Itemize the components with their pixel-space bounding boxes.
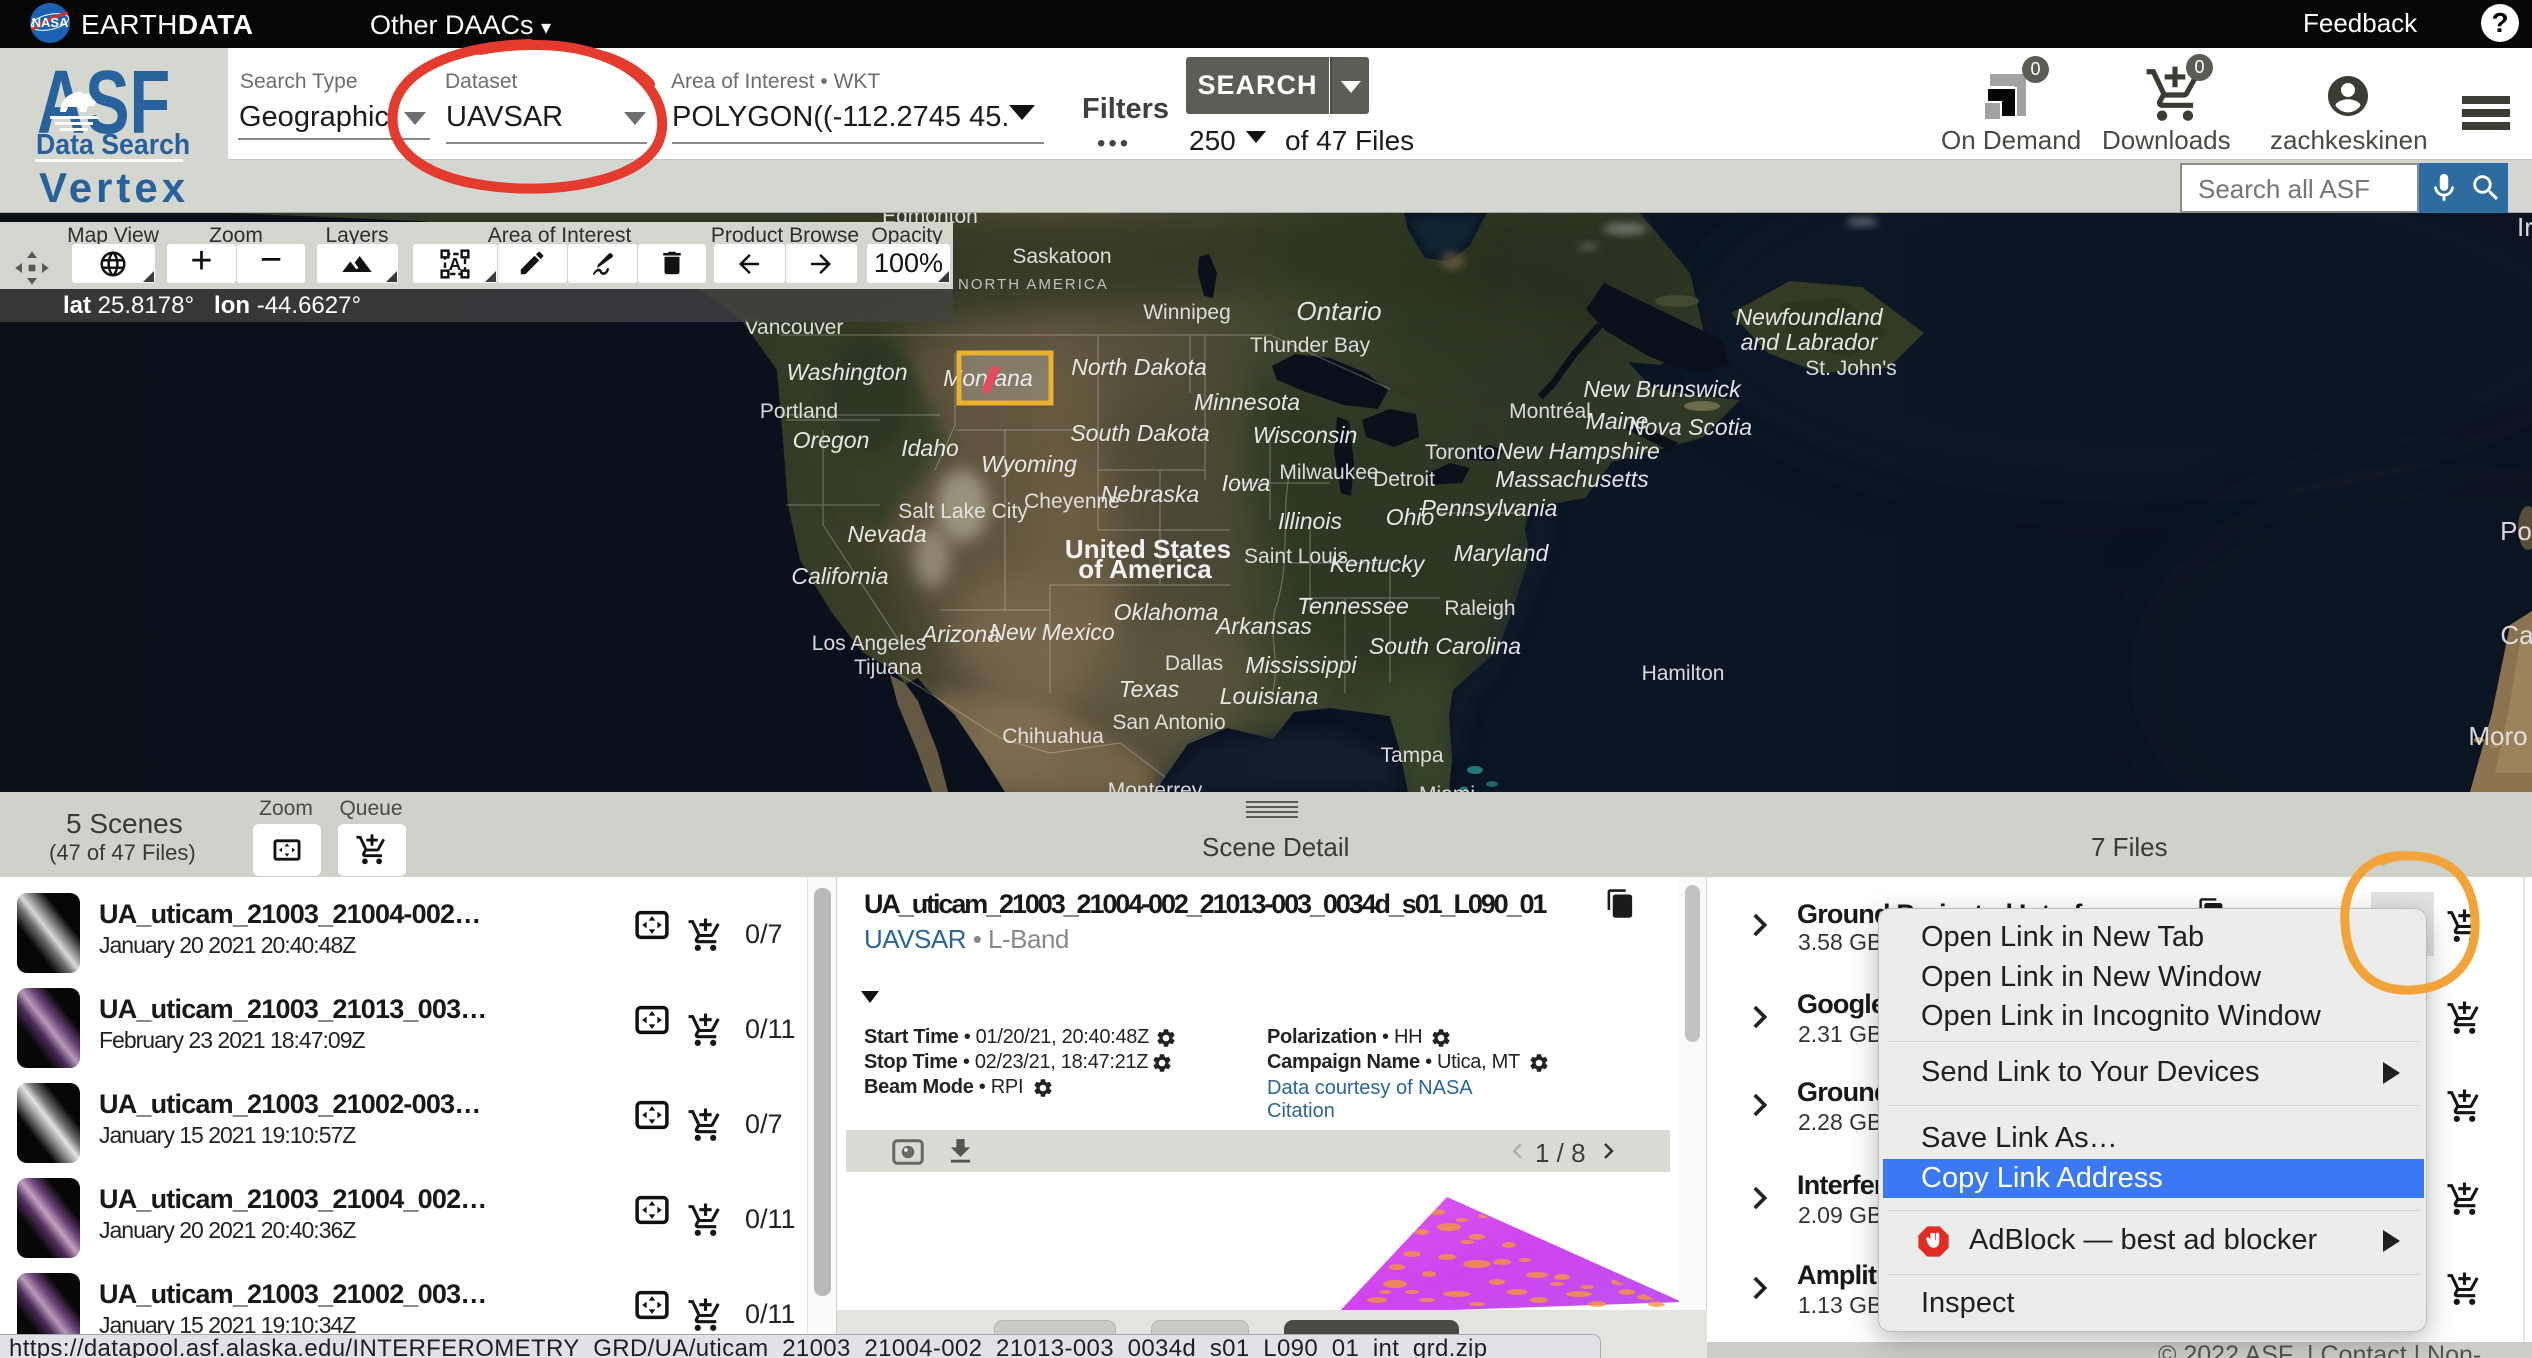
svg-text:Louisiana: Louisiana	[1220, 683, 1318, 709]
svg-text:Idaho: Idaho	[901, 435, 959, 461]
svg-text:Massachusetts: Massachusetts	[1495, 466, 1649, 492]
svg-text:Nova Scotia: Nova Scotia	[1628, 414, 1752, 440]
svg-text:New Hampshire: New Hampshire	[1496, 438, 1660, 464]
svg-text:Maryland: Maryland	[1454, 540, 1550, 566]
svg-text:Minnesota: Minnesota	[1194, 389, 1300, 415]
svg-text:North Dakota: North Dakota	[1071, 354, 1207, 380]
svg-text:Hamilton: Hamilton	[1642, 662, 1725, 685]
svg-text:Moro: Moro	[2468, 721, 2527, 751]
svg-text:Raleigh: Raleigh	[1444, 597, 1515, 620]
svg-text:Los Angeles: Los Angeles	[812, 632, 926, 655]
svg-text:Texas: Texas	[1119, 676, 1180, 702]
svg-text:Tampa: Tampa	[1380, 744, 1443, 767]
svg-text:Tennessee: Tennessee	[1297, 593, 1409, 619]
svg-text:NASA: NASA	[32, 15, 69, 30]
svg-text:South Carolina: South Carolina	[1369, 633, 1521, 659]
svg-text:Nevada: Nevada	[847, 521, 926, 547]
svg-text:Milwaukee: Milwaukee	[1279, 461, 1378, 484]
svg-text:Miami: Miami	[1419, 783, 1475, 792]
svg-text:St. John's: St. John's	[1805, 357, 1897, 380]
svg-text:Salt Lake City: Salt Lake City	[898, 500, 1028, 523]
svg-text:Toronto: Toronto	[1425, 441, 1495, 464]
svg-text:Pennsylvania: Pennsylvania	[1421, 495, 1558, 521]
svg-text:Winnipeg: Winnipeg	[1143, 301, 1231, 324]
svg-text:California: California	[791, 563, 888, 589]
svg-text:New Mexico: New Mexico	[989, 619, 1114, 645]
svg-text:Po: Po	[2500, 516, 2532, 546]
svg-text:Newfoundland: Newfoundland	[1735, 304, 1883, 330]
svg-text:Oregon: Oregon	[793, 427, 870, 453]
svg-text:NORTH AMERICA: NORTH AMERICA	[958, 276, 1109, 293]
svg-text:Wyoming: Wyoming	[981, 451, 1077, 477]
svg-text:Mississippi: Mississippi	[1245, 652, 1357, 678]
svg-text:Oklahoma: Oklahoma	[1114, 599, 1219, 625]
svg-text:Cheyenne: Cheyenne	[1024, 490, 1120, 513]
svg-text:Saint Louis: Saint Louis	[1244, 545, 1348, 568]
svg-text:Wisconsin: Wisconsin	[1253, 422, 1358, 448]
svg-text:and Labrador: and Labrador	[1741, 329, 1879, 355]
svg-text:San Antonio: San Antonio	[1112, 711, 1225, 734]
svg-text:New Brunswick: New Brunswick	[1583, 376, 1742, 402]
svg-text:Thunder Bay: Thunder Bay	[1250, 334, 1371, 357]
svg-text:Ontario: Ontario	[1296, 296, 1381, 326]
svg-text:Arizona: Arizona	[920, 621, 1000, 647]
svg-text:Ca: Ca	[2500, 620, 2532, 650]
svg-text:South Dakota: South Dakota	[1070, 420, 1209, 446]
svg-text:Detroit: Detroit	[1373, 468, 1435, 491]
svg-text:Ir: Ir	[2517, 213, 2532, 242]
svg-text:Monterrey: Monterrey	[1108, 779, 1203, 792]
svg-text:Washington: Washington	[786, 359, 907, 385]
svg-text:Iowa: Iowa	[1222, 470, 1271, 496]
svg-text:Chihuahua: Chihuahua	[1002, 725, 1104, 748]
svg-text:Portland: Portland	[760, 400, 838, 423]
svg-text:Saskatoon: Saskatoon	[1012, 245, 1111, 268]
svg-text:of America: of America	[1078, 554, 1212, 584]
svg-text:Montréal: Montréal	[1509, 400, 1591, 423]
svg-text:Dallas: Dallas	[1165, 652, 1223, 675]
svg-text:Illinois: Illinois	[1278, 508, 1342, 534]
svg-text:Tijuana: Tijuana	[854, 656, 922, 679]
svg-text:Arkansas: Arkansas	[1214, 613, 1312, 639]
